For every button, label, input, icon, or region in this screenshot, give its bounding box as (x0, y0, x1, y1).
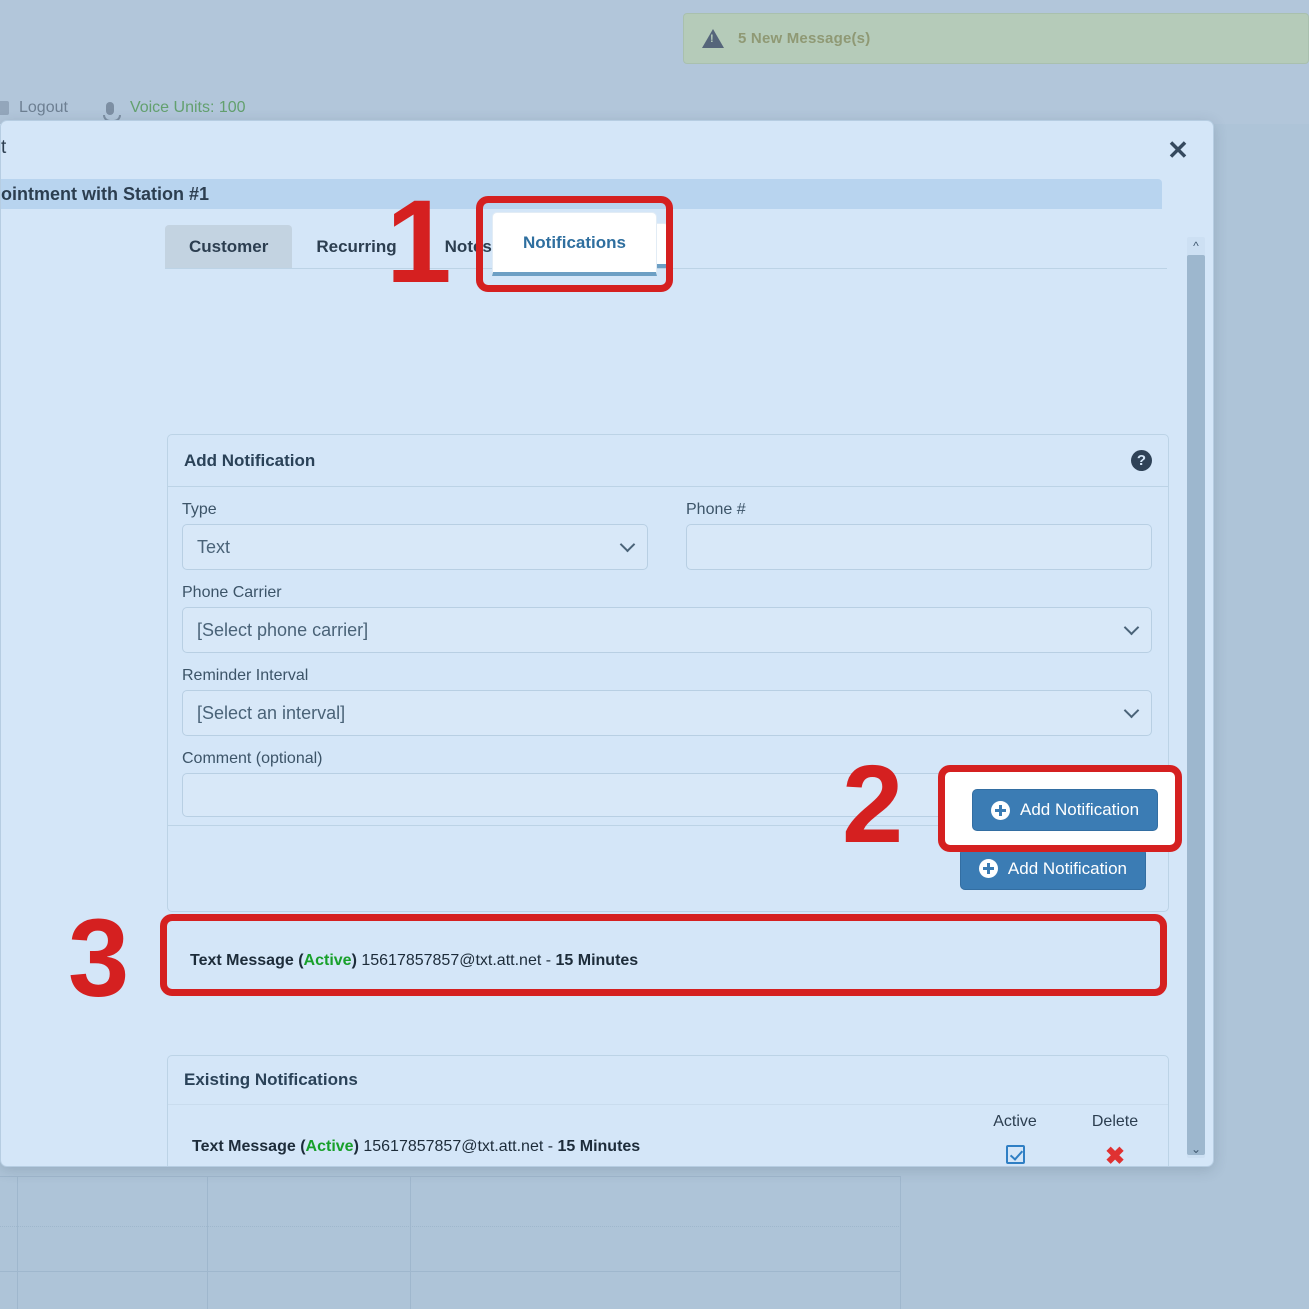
notification-status: Active (306, 1138, 354, 1155)
chevron-down-icon (1124, 620, 1140, 636)
add-notification-panel-header: Add Notification ? (168, 435, 1168, 487)
existing-notifications-title: Existing Notifications (184, 1070, 358, 1090)
type-select-value: Text (197, 537, 230, 558)
chevron-up-icon[interactable]: ^ (1187, 237, 1205, 255)
add-notification-actions: Add Notification (168, 825, 1168, 911)
tab-bar: Customer Recurring Notes Notifications (165, 219, 1167, 269)
tab-notifications-label-overlay: Notifications (523, 233, 626, 253)
notification-separator-overlay: - (546, 952, 551, 969)
interval-select[interactable]: [Select an interval] (182, 690, 1152, 736)
active-checkbox[interactable] (1006, 1145, 1025, 1164)
modal-title: t (1, 137, 6, 159)
add-notification-button[interactable]: Add Notification (960, 848, 1146, 890)
carrier-select-value: [Select phone carrier] (197, 620, 368, 641)
tab-notifications-overlay[interactable]: Notifications (492, 212, 657, 276)
notification-type: Text Message (192, 1138, 296, 1155)
chevron-down-icon[interactable]: ⌄ (1187, 1140, 1205, 1158)
notification-status-overlay: Active (304, 952, 352, 969)
warning-triangle-icon (702, 29, 724, 48)
chevron-down-icon (1124, 703, 1140, 719)
add-notification-panel: Add Notification ? Type Text P (167, 434, 1169, 912)
scrollbar-thumb[interactable] (1187, 255, 1205, 1155)
modal-body: ointment with Station #1 Customer Recurr… (1, 179, 1213, 1166)
tab-recurring[interactable]: Recurring (292, 225, 420, 268)
type-label: Type (182, 501, 648, 519)
x-mark-icon[interactable]: ✖ (1105, 1143, 1125, 1166)
column-header-active: Active (980, 1113, 1050, 1131)
notification-address-overlay: 15617857857@txt.att.net (361, 952, 541, 969)
new-messages-label: 5 New Message(s) (738, 30, 870, 47)
add-notification-title: Add Notification (184, 451, 315, 471)
interval-label: Reminder Interval (182, 667, 1152, 685)
phone-input[interactable] (686, 524, 1152, 570)
voice-units-label: Voice Units: 100 (130, 99, 246, 117)
appointment-header-bar: ointment with Station #1 (1, 179, 1162, 209)
appointment-modal: t ✕ ointment with Station #1 Customer Re… (0, 120, 1214, 1167)
add-notification-button-overlay[interactable]: Add Notification (972, 789, 1158, 831)
type-select[interactable]: Text (182, 524, 648, 570)
logout-link[interactable]: Logout (19, 99, 68, 117)
add-notification-button-label-overlay: Add Notification (1020, 800, 1139, 820)
notification-interval: 15 Minutes (558, 1138, 641, 1155)
modal-scrollbar[interactable]: ^ ⌄ (1187, 237, 1205, 1158)
interval-select-value: [Select an interval] (197, 703, 345, 724)
existing-notifications-panel: Existing Notifications Text Message (Act… (167, 1055, 1169, 1166)
delete-cell: ✖ (1080, 1145, 1150, 1166)
notification-description: Text Message (Active) 15617857857@txt.at… (192, 1138, 640, 1156)
notification-type-overlay: Text Message (190, 952, 294, 969)
carrier-select[interactable]: [Select phone carrier] (182, 607, 1152, 653)
help-circle-icon[interactable]: ? (1131, 450, 1152, 471)
close-icon[interactable]: ✕ (1163, 135, 1193, 165)
active-checkbox-cell (980, 1145, 1050, 1166)
modal-header: t ✕ (1, 121, 1213, 179)
carrier-label: Phone Carrier (182, 584, 1152, 602)
comment-label: Comment (optional) (182, 750, 1152, 768)
phone-label: Phone # (686, 501, 1152, 519)
lock-icon (0, 101, 9, 115)
add-notification-button-label: Add Notification (1008, 859, 1127, 879)
table-row: Text Message (Active) 15617857857@txt.at… (168, 1104, 1168, 1166)
background-calendar-grid (0, 1176, 901, 1309)
tab-customer[interactable]: Customer (165, 225, 292, 268)
notification-address: 15617857857@txt.att.net (363, 1138, 543, 1155)
notification-description-overlay: Text Message (Active) 15617857857@txt.at… (190, 952, 638, 970)
column-header-delete: Delete (1080, 1113, 1150, 1131)
existing-notifications-header: Existing Notifications (168, 1056, 1168, 1104)
notification-interval-overlay: 15 Minutes (556, 952, 639, 969)
add-notification-form: Type Text Phone # (168, 487, 1168, 817)
plus-circle-icon (979, 859, 998, 878)
plus-circle-icon (991, 801, 1010, 820)
notification-separator: - (548, 1138, 553, 1155)
microphone-icon (106, 102, 114, 115)
page-root: 5 New Message(s) Logout Voice Units: 100… (0, 0, 1309, 1309)
chevron-down-icon (620, 537, 636, 553)
new-messages-banner[interactable]: 5 New Message(s) (683, 13, 1309, 64)
